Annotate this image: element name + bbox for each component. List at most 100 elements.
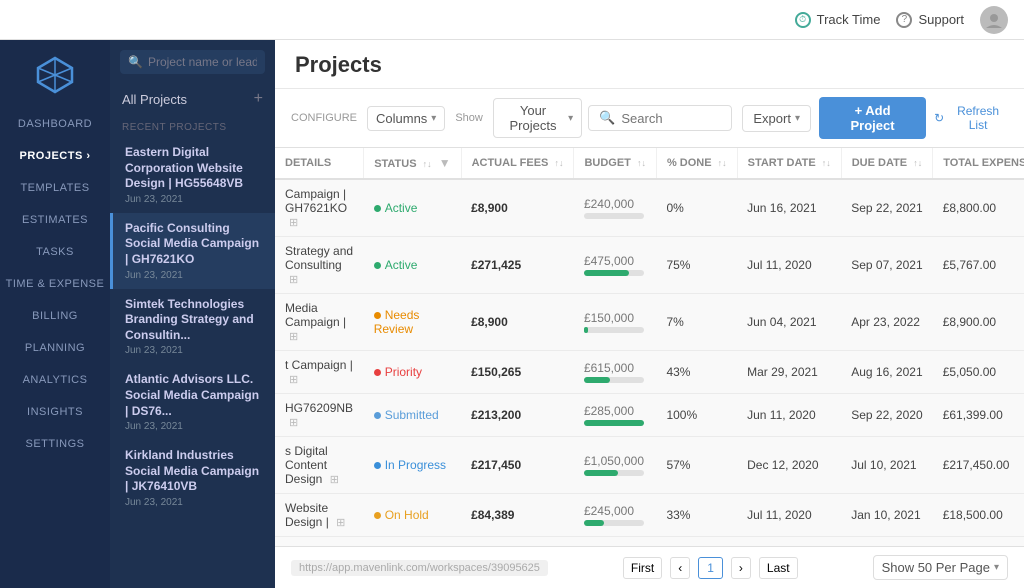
table-row[interactable]: Campaign | GH7621KO ⊞ Active £8,900£240,… [275, 179, 1024, 237]
logo[interactable] [30, 50, 80, 100]
details-icon[interactable]: ⊞ [289, 374, 298, 386]
table-row[interactable]: Strategy and Consulting ⊞ Active £271,42… [275, 237, 1024, 294]
search-input[interactable] [621, 111, 721, 126]
list-item[interactable]: Eastern Digital Corporation Website Desi… [110, 137, 275, 213]
cell-total-expenses: £61,399.00 [933, 394, 1024, 437]
cell-due-date: Aug 16, 2021 [841, 351, 932, 394]
table-row[interactable]: t Campaign | ⊞ Priority £150,265£615,000… [275, 351, 1024, 394]
col-due-date[interactable]: DUE DATE ↑↓ [841, 148, 932, 179]
per-page-dropdown[interactable]: Show 50 Per Page ▾ [873, 555, 1008, 580]
table-row[interactable]: Website Design | ⊞ On Hold £84,389£245,0… [275, 494, 1024, 537]
list-item[interactable]: Kirkland Industries Social Media Campaig… [110, 440, 275, 516]
chevron-down-icon: ▾ [994, 562, 999, 573]
sidebar-item-estimates[interactable]: Estimates [0, 204, 110, 236]
sidebar-item-billing[interactable]: Billing [0, 300, 110, 332]
left-panel: 🔍 All Projects + Recent Projects Eastern… [110, 40, 275, 588]
cell-budget: £150,000 [574, 294, 657, 351]
sidebar-item-analytics[interactable]: Analytics [0, 364, 110, 396]
columns-dropdown[interactable]: Columns ▾ [367, 106, 445, 131]
col-actual-fees[interactable]: ACTUAL FEES ↑↓ [461, 148, 574, 179]
table-row[interactable]: s Digital Content Design ⊞ In Progress £… [275, 437, 1024, 494]
project-name-cell: Media Campaign | [285, 301, 346, 329]
col-total-expenses[interactable]: TOTAL EXPENSES [933, 148, 1024, 179]
avatar[interactable] [980, 6, 1008, 34]
cell-start-date: Jun 16, 2021 [737, 179, 841, 237]
add-project-button[interactable]: + Add Project [819, 97, 926, 139]
cell-pct-done: 33% [656, 494, 737, 537]
cell-status: Needs Review [364, 294, 461, 351]
cell-pct-done: 7% [656, 294, 737, 351]
col-start-date[interactable]: START DATE ↑↓ [737, 148, 841, 179]
project-search-bar[interactable]: 🔍 [120, 50, 265, 74]
details-icon[interactable]: ⊞ [289, 417, 298, 429]
sidebar-item-planning[interactable]: Planning [0, 332, 110, 364]
toolbar-right: Export ▾ + Add Project ↻ Refresh List [742, 97, 1008, 139]
refresh-icon: ↻ [934, 111, 944, 125]
details-icon[interactable]: ⊞ [289, 274, 298, 286]
cell-status: In Progress [364, 437, 461, 494]
col-pct-done[interactable]: % DONE ↑↓ [656, 148, 737, 179]
cell-actual-fees: £217,450 [461, 437, 574, 494]
sidebar-item-templates[interactable]: Templates [0, 172, 110, 204]
sidebar-item-insights[interactable]: Insights [0, 396, 110, 428]
cell-actual-fees: £150,265 [461, 351, 574, 394]
refresh-button[interactable]: ↻ Refresh List [934, 104, 1008, 132]
prev-page-button[interactable]: ‹ [670, 557, 690, 579]
page-title: Projects [295, 52, 1004, 78]
progress-bar [584, 420, 644, 426]
cell-status: Active [364, 537, 461, 547]
main-content: Projects Configure Columns ▾ Show Your P… [275, 40, 1024, 588]
sidebar-item-tasks[interactable]: Tasks [0, 236, 110, 268]
details-icon[interactable]: ⊞ [289, 217, 298, 229]
col-status[interactable]: STATUS ↑↓ ▼ [364, 148, 461, 179]
sidebar-item-time-expense[interactable]: Time & Expense [0, 268, 110, 300]
add-project-icon[interactable]: + [254, 90, 263, 108]
first-page-button[interactable]: First [623, 557, 662, 579]
col-details[interactable]: DETAILS [275, 148, 364, 179]
sidebar-item-settings[interactable]: Settings [0, 428, 110, 460]
cell-details: Campaign | GH7621KO ⊞ [275, 179, 364, 237]
progress-bar [584, 470, 644, 476]
your-projects-dropdown[interactable]: Your Projects ▾ [493, 98, 582, 138]
search-bar[interactable]: 🔍 [588, 105, 732, 131]
project-name: Simtek Technologies Branding Strategy an… [125, 297, 263, 344]
details-icon[interactable]: ⊞ [289, 331, 298, 343]
next-page-button[interactable]: › [731, 557, 751, 579]
table-row[interactable]: rategy | HG77654BII ⊞ Active £441,630£43… [275, 537, 1024, 547]
table-row[interactable]: Media Campaign | ⊞ Needs Review £8,900 £1… [275, 294, 1024, 351]
cell-details: rategy | HG77654BII ⊞ [275, 537, 364, 547]
project-date: Jun 23, 2021 [125, 270, 263, 281]
projects-table: DETAILS STATUS ↑↓ ▼ ACTUAL FEES ↑↓ BUDGE… [275, 148, 1024, 546]
sidebar-item-dashboard[interactable]: Dashboard [0, 108, 110, 140]
chevron-down-icon: ▾ [431, 113, 436, 124]
details-icon[interactable]: ⊞ [336, 517, 345, 529]
last-page-button[interactable]: Last [759, 557, 798, 579]
cell-actual-fees: £213,200 [461, 394, 574, 437]
project-search-input[interactable] [148, 55, 257, 69]
details-icon[interactable]: ⊞ [330, 474, 339, 486]
cell-details: t Campaign | ⊞ [275, 351, 364, 394]
cell-pct-done: 57% [656, 437, 737, 494]
list-item[interactable]: Pacific Consulting Social Media Campaign… [110, 213, 275, 289]
track-time-button[interactable]: ⏱ Track Time [795, 12, 881, 28]
list-item[interactable]: Simtek Technologies Branding Strategy an… [110, 289, 275, 365]
cell-total-expenses: £8,800.00 [933, 179, 1024, 237]
actual-fees-value: £217,450 [471, 458, 521, 472]
cell-due-date: Jul 10, 2021 [841, 437, 932, 494]
progress-fill [584, 470, 618, 476]
cell-details: Website Design | ⊞ [275, 494, 364, 537]
table-row[interactable]: HG76209NB ⊞ Submitted £213,200£285,000 1… [275, 394, 1024, 437]
export-button[interactable]: Export ▾ [742, 105, 811, 132]
support-button[interactable]: ? Support [896, 12, 964, 28]
columns-label: Columns [376, 111, 427, 126]
your-projects-label: Your Projects [502, 103, 564, 133]
status-badge: Needs Review [374, 308, 420, 336]
cell-status: Submitted [364, 394, 461, 437]
all-projects-row[interactable]: All Projects + [110, 84, 275, 114]
sidebar-item-projects[interactable]: Projects › [0, 140, 110, 172]
actual-fees-value: £8,900 [471, 315, 508, 329]
list-item[interactable]: Atlantic Advisors LLC. Social Media Camp… [110, 364, 275, 440]
progress-bar [584, 520, 644, 526]
cell-due-date: Apr 23, 2022 [841, 294, 932, 351]
col-budget[interactable]: BUDGET ↑↓ [574, 148, 657, 179]
